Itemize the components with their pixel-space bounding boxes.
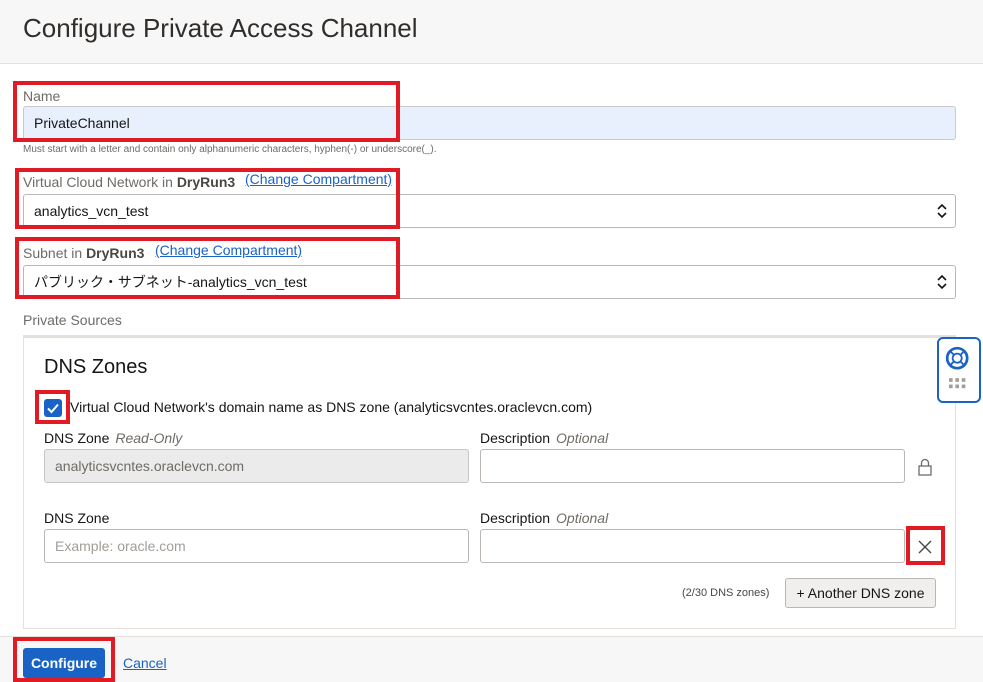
name-label: Name [23, 88, 61, 104]
configure-button[interactable]: Configure [23, 648, 105, 678]
remove-dns-zone-button[interactable] [912, 534, 938, 560]
dns-zone-2-placeholder: Example: oracle.com [55, 538, 186, 554]
dns-zone-1-label-text: DNS Zone [44, 430, 110, 446]
subnet-label: Subnet in DryRun3 [23, 245, 144, 261]
checkmark-icon [47, 403, 59, 414]
dns-zone-2-description-label-text: Description [480, 510, 551, 526]
dns-zone-1-input: analyticsvcntes.oraclevcn.com [44, 449, 469, 483]
dns-zone-2-description-label: Description Optional [480, 510, 608, 526]
lock-icon [913, 455, 937, 479]
dns-zone-1-value: analyticsvcntes.oraclevcn.com [55, 458, 245, 474]
lifebuoy-icon [945, 346, 969, 370]
dns-zone-1-description-label-text: Description [480, 430, 551, 446]
dns-zone-2-optional-tag: Optional [556, 510, 609, 526]
subnet-select-value: パブリック・サブネット-analytics_vcn_test [34, 274, 307, 290]
add-dns-zone-button[interactable]: + Another DNS zone [785, 578, 936, 608]
help-widget-icons [945, 346, 969, 389]
dns-zone-2-description-input[interactable] [480, 529, 905, 563]
help-widget[interactable] [937, 337, 981, 403]
dns-zone-1-description-input[interactable] [480, 449, 905, 483]
vcn-domain-checkbox[interactable] [44, 399, 62, 417]
dns-zone-2-label: DNS Zone [44, 510, 110, 526]
subnet-change-compartment-link[interactable]: (Change Compartment) [155, 242, 302, 258]
name-input-value: PrivateChannel [34, 115, 130, 131]
vcn-change-compartment-link[interactable]: (Change Compartment) [245, 171, 392, 187]
subnet-label-prefix: Subnet in [23, 245, 83, 261]
vcn-compartment-name: DryRun3 [176, 174, 236, 190]
chevron-up-down-icon [937, 203, 947, 219]
subnet-compartment-name: DryRun3 [86, 245, 145, 261]
name-hint: Must start with a letter and contain onl… [23, 144, 437, 155]
vcn-select-value: analytics_vcn_test [34, 203, 149, 219]
page-header: Configure Private Access Channel [0, 0, 983, 64]
vcn-label: Virtual Cloud Network in DryRun3 [23, 174, 235, 190]
dns-zone-1-label: DNS Zone Read-Only [44, 430, 182, 446]
cancel-link[interactable]: Cancel [123, 655, 167, 671]
vcn-select[interactable]: analytics_vcn_test [23, 194, 956, 228]
private-sources-label: Private Sources [23, 312, 122, 328]
chevron-up-down-icon [937, 274, 947, 290]
close-icon [918, 540, 932, 554]
page-title: Configure Private Access Channel [23, 13, 418, 43]
dns-zone-1-description-label: Description Optional [480, 430, 608, 446]
vcn-domain-checkbox-label: Virtual Cloud Network's domain name as D… [70, 399, 593, 415]
vcn-label-prefix: Virtual Cloud Network in [23, 174, 173, 190]
dns-zone-1-optional-tag: Optional [556, 430, 609, 446]
dns-zone-counter: (2/30 DNS zones) [682, 587, 770, 599]
grid-dots-icon [949, 378, 966, 389]
dns-zones-title: DNS Zones [44, 356, 148, 378]
dns-zone-2-input[interactable]: Example: oracle.com [44, 529, 469, 563]
subnet-select[interactable]: パブリック・サブネット-analytics_vcn_test [23, 265, 956, 299]
dns-zone-1-readonly-tag: Read-Only [115, 430, 183, 446]
name-input[interactable]: PrivateChannel [23, 106, 956, 140]
